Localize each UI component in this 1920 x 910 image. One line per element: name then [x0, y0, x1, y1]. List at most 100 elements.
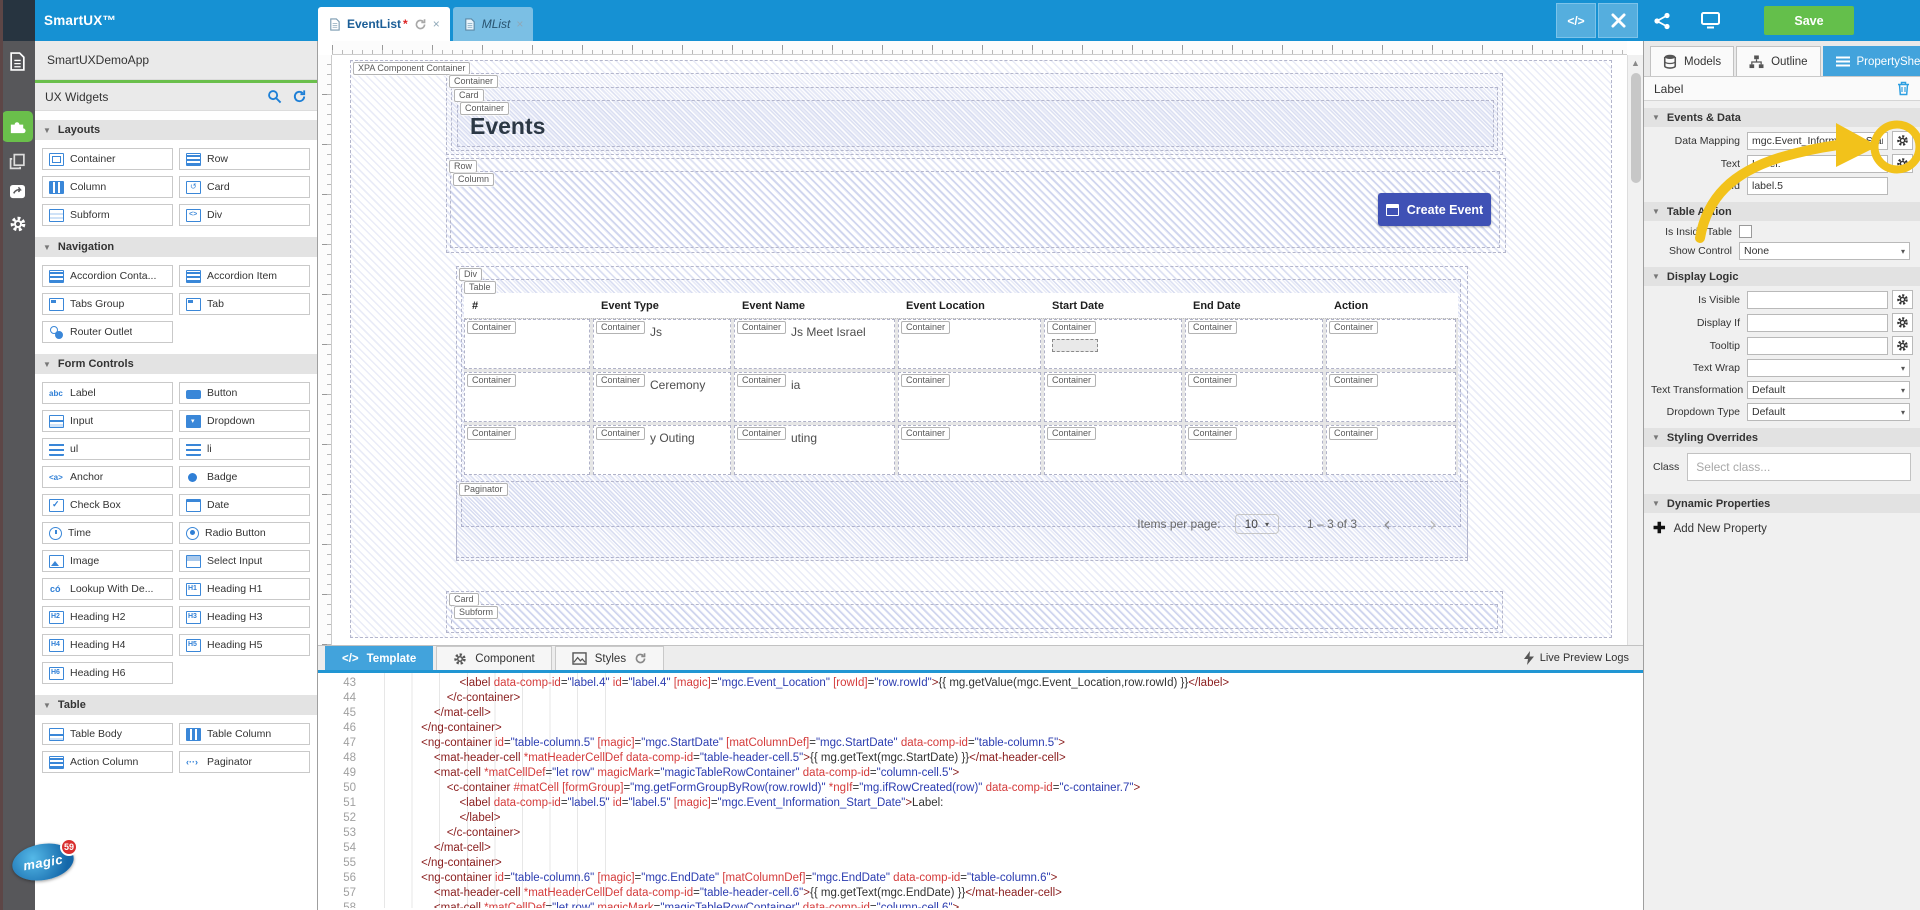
close-tab-icon[interactable]: ×: [433, 17, 440, 31]
container-badge[interactable]: Container: [596, 427, 646, 440]
table-header-cell[interactable]: Event Location: [898, 293, 1041, 318]
widget-item-card[interactable]: Card: [179, 176, 310, 198]
code-editor-content[interactable]: 43 <label data-comp-id="label.4" id="lab…: [318, 673, 1643, 908]
widget-item-lookup-with-de[interactable]: Lookup With De...: [42, 578, 173, 600]
row-block[interactable]: Row Column Create Event: [446, 158, 1506, 253]
table-header-cell[interactable]: Event Name: [734, 293, 895, 318]
text-input[interactable]: [1747, 154, 1888, 173]
table-header-cell[interactable]: Start Date: [1044, 293, 1182, 318]
sidebar-nav-pages[interactable]: [7, 151, 28, 172]
show-control-select[interactable]: None ▾: [1739, 242, 1910, 260]
live-preview-logs-button[interactable]: Live Preview Logs: [1523, 646, 1629, 670]
widget-item-label[interactable]: Label: [42, 382, 173, 404]
code-line[interactable]: 47 <ng-container id="table-column.5" [ma…: [318, 736, 1643, 751]
sidebar-nav-copy[interactable]: [7, 113, 28, 134]
canvas-scrollbar[interactable]: ▲: [1627, 55, 1643, 645]
class-input[interactable]: [1687, 453, 1911, 481]
table-cell[interactable]: Container: [898, 372, 1041, 422]
section-styling-overrides[interactable]: ▼ Styling Overrides: [1644, 428, 1920, 447]
create-event-button[interactable]: Create Event: [1378, 193, 1491, 226]
widget-item-table-column[interactable]: Table Column: [179, 723, 310, 745]
container-badge[interactable]: Container: [1047, 321, 1097, 334]
tab-component[interactable]: Component: [436, 646, 552, 670]
table-cell[interactable]: Container: [1185, 425, 1323, 475]
code-line[interactable]: 57 <mat-header-cell *matHeaderCellDef da…: [318, 886, 1643, 901]
column-badge[interactable]: Column: [453, 173, 495, 186]
text-wrap-select[interactable]: ▾: [1747, 359, 1910, 377]
div-badge[interactable]: Div: [459, 268, 482, 281]
save-button[interactable]: Save: [1764, 6, 1854, 35]
section-dynamic-properties[interactable]: ▼ Dynamic Properties: [1644, 494, 1920, 513]
table-header-cell[interactable]: #: [464, 293, 590, 318]
container-badge[interactable]: Container: [1329, 374, 1379, 387]
is-visible-input[interactable]: [1747, 290, 1888, 309]
container-badge[interactable]: Container: [901, 427, 951, 440]
container-badge[interactable]: Container: [737, 374, 787, 387]
data-mapping-picker-button[interactable]: [1892, 131, 1913, 150]
widget-item-date[interactable]: Date: [179, 494, 310, 516]
tab-styles[interactable]: Styles: [554, 646, 665, 670]
table-cell[interactable]: Container ia: [734, 372, 895, 422]
widget-item-heading-h1[interactable]: Heading H1: [179, 578, 310, 600]
id-input[interactable]: [1747, 177, 1888, 195]
table-header-cell[interactable]: End Date: [1185, 293, 1323, 318]
next-page-icon[interactable]: ›: [1417, 512, 1449, 536]
widget-section-layouts[interactable]: ▼ Layouts: [35, 120, 317, 140]
widget-item-radio-button[interactable]: Radio Button: [179, 522, 310, 544]
table-cell[interactable]: Container: [1185, 372, 1323, 422]
widget-item-container[interactable]: Container: [42, 148, 173, 170]
container-badge[interactable]: Container: [467, 427, 517, 440]
xpa-container-badge[interactable]: XPA Component Container: [353, 62, 471, 75]
code-line[interactable]: 51 <label data-comp-id="label.5" id="lab…: [318, 796, 1643, 811]
close-tab-icon[interactable]: ×: [516, 17, 523, 31]
table-cell[interactable]: Container uting: [734, 425, 895, 475]
code-line[interactable]: 50 <c-container #matCell [formGroup]="mg…: [318, 781, 1643, 796]
container-badge[interactable]: Container: [737, 427, 787, 440]
widget-item-dropdown[interactable]: Dropdown: [179, 410, 310, 432]
widget-item-ul[interactable]: ul: [42, 438, 173, 460]
container-badge[interactable]: Container: [460, 102, 510, 115]
container-badge[interactable]: Container: [449, 75, 499, 88]
previous-page-icon[interactable]: ‹: [1371, 512, 1403, 536]
sidebar-nav-export[interactable]: [7, 181, 28, 202]
table-cell[interactable]: Container: [1044, 425, 1182, 475]
selected-label-control[interactable]: [1052, 339, 1098, 352]
design-canvas[interactable]: XPA Component Container Container Card C…: [332, 55, 1627, 645]
tab-template[interactable]: </> Template: [325, 646, 434, 670]
widget-item-action-column[interactable]: Action Column: [42, 751, 173, 773]
tab-outline[interactable]: Outline: [1736, 46, 1821, 76]
refresh-icon[interactable]: [414, 18, 427, 31]
share-button[interactable]: [1638, 3, 1686, 38]
container-badge[interactable]: Container: [1188, 321, 1238, 334]
container-badge[interactable]: Container: [1329, 321, 1379, 334]
expand-button[interactable]: [1598, 3, 1638, 38]
code-line[interactable]: 53 </c-container>: [318, 826, 1643, 841]
widget-item-paginator[interactable]: Paginator: [179, 751, 310, 773]
row-badge[interactable]: Row: [449, 160, 478, 173]
inner-container-block[interactable]: Container Events: [457, 100, 1494, 147]
container-badge[interactable]: Container: [467, 321, 517, 334]
widget-item-li[interactable]: li: [179, 438, 310, 460]
is-visible-expression-button[interactable]: [1892, 290, 1913, 309]
table-cell[interactable]: Container: [898, 319, 1041, 369]
table-cell[interactable]: Container y Outing: [593, 425, 731, 475]
container-badge[interactable]: Container: [1188, 427, 1238, 440]
widget-section-form-controls[interactable]: ▼ Form Controls: [35, 354, 317, 374]
section-display-logic[interactable]: ▼ Display Logic: [1644, 267, 1920, 286]
code-line[interactable]: 52 </label>: [318, 811, 1643, 826]
widget-item-input[interactable]: Input: [42, 410, 173, 432]
widget-item-check-box[interactable]: Check Box: [42, 494, 173, 516]
table-cell[interactable]: Container: [1185, 319, 1323, 369]
table-cell[interactable]: Container: [1326, 425, 1456, 475]
table-cell[interactable]: Container: [898, 425, 1041, 475]
text-expression-button[interactable]: [1892, 154, 1913, 173]
code-line[interactable]: 45 </mat-cell>: [318, 706, 1643, 721]
widget-item-row[interactable]: Row: [179, 148, 310, 170]
container-badge[interactable]: Container: [1047, 374, 1097, 387]
container-badge[interactable]: Container: [737, 321, 787, 334]
code-line[interactable]: 58 <mat-cell *matCellDef="let row" magic…: [318, 901, 1643, 908]
table-cell[interactable]: Container: [464, 319, 590, 369]
tooltip-input[interactable]: [1747, 336, 1888, 355]
code-line[interactable]: 54 </mat-cell>: [318, 841, 1643, 856]
container-badge[interactable]: Container: [901, 374, 951, 387]
